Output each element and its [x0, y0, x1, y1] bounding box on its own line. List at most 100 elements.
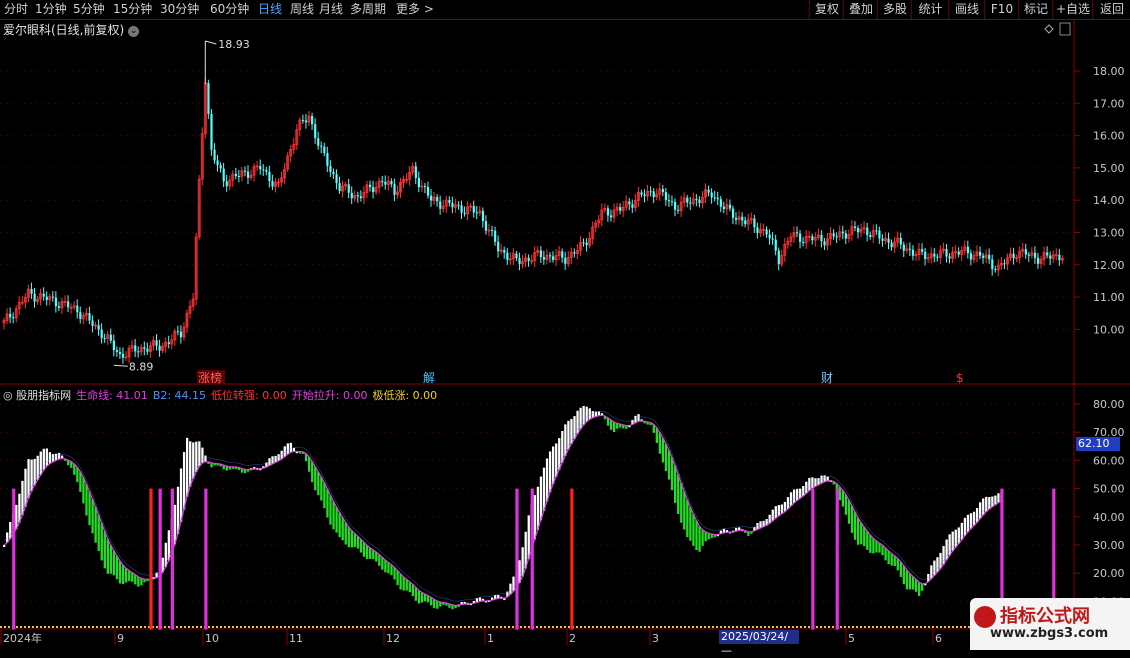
candle-down	[210, 113, 213, 150]
candle-down	[222, 168, 225, 182]
candle-down	[765, 229, 768, 235]
indicator-bar	[384, 559, 387, 573]
candle-down	[216, 160, 219, 166]
candle-down	[146, 348, 149, 352]
candle-down	[271, 181, 274, 187]
indicator-bar	[201, 447, 204, 464]
candle-down	[899, 237, 902, 245]
low-price-label: 8.89	[129, 360, 154, 373]
indicator-bar	[936, 557, 939, 573]
candle-down	[225, 181, 228, 187]
indicator-bar	[365, 545, 369, 559]
price-axis-label: 18.00	[1093, 65, 1125, 78]
event-marker-1: 解	[423, 371, 435, 385]
candle-down	[710, 192, 713, 198]
candle-down	[484, 221, 488, 231]
candle-down	[1027, 254, 1030, 256]
indicator-bar	[838, 486, 841, 501]
candle-down	[494, 230, 497, 242]
candle-down	[436, 197, 439, 202]
indicator-bar	[411, 584, 414, 597]
candle-down	[350, 192, 353, 199]
candle-down	[823, 241, 826, 246]
candle-down	[890, 242, 893, 248]
indicator-bar	[112, 550, 116, 576]
candle-down	[552, 256, 555, 260]
indicator-bar	[134, 574, 137, 585]
indicator-bar	[683, 491, 686, 530]
candle-down	[539, 250, 542, 258]
panel-toggle-icon	[1059, 22, 1071, 36]
candle-down	[393, 184, 396, 195]
candle-down	[811, 236, 814, 241]
candle-down	[213, 149, 216, 161]
candle-down	[97, 325, 100, 330]
indicator-bar	[771, 509, 774, 521]
watermark: 指标公式网 www.zbgs3.com	[970, 598, 1130, 650]
candle-down	[1033, 252, 1037, 258]
indicator-bar	[106, 538, 109, 574]
candle-down	[902, 244, 905, 251]
candle-down	[908, 248, 912, 250]
candle-down	[966, 246, 969, 254]
date-label: 5	[848, 632, 855, 645]
candle-down	[112, 340, 115, 351]
indicator-bar	[991, 496, 994, 507]
indicator-bar	[3, 545, 6, 547]
candle-down	[582, 242, 585, 244]
candle-down	[542, 257, 546, 260]
indicator-bar	[405, 579, 408, 591]
candle-down	[606, 208, 610, 216]
candle-down	[756, 227, 759, 233]
candle-down	[713, 197, 716, 199]
candle-down	[207, 82, 210, 114]
candle-down	[674, 201, 677, 210]
candle-down	[338, 183, 341, 192]
candle-down	[359, 196, 363, 199]
indicator-bar	[192, 442, 195, 479]
chart-canvas[interactable]: 18.00 17.00 16.00 15.00 14.00 13.00 12.00 11.00…	[0, 0, 1130, 650]
indicator-title[interactable]: ◎ 股朋指标网 生命线: 41.01 B2: 44.15 低位转强: 0.00 开始拉升…	[3, 387, 442, 403]
indicator-bar	[887, 550, 890, 565]
candle-down	[115, 350, 119, 353]
price-axis-label: 14.00	[1093, 194, 1125, 207]
candle-down	[667, 200, 671, 202]
indicator-bar	[402, 576, 405, 591]
candle-down	[722, 206, 725, 209]
indicator-bar	[692, 514, 695, 546]
indicator-axis-label: 30.00	[1093, 539, 1125, 552]
candle-down	[853, 226, 857, 229]
candle-down	[67, 301, 70, 308]
candle-down	[735, 217, 738, 220]
indicator-bar	[972, 511, 976, 526]
indicator-bar	[329, 495, 332, 525]
indicator-bar	[844, 494, 848, 515]
candle-down	[643, 194, 646, 197]
candle-down	[527, 257, 530, 261]
current-indicator-value: 62.10	[1076, 437, 1120, 451]
indicator-bar	[100, 523, 103, 561]
indicator-bar	[118, 560, 122, 584]
candle-down	[88, 313, 91, 321]
candle-down	[347, 184, 350, 193]
indicator-bar	[121, 564, 125, 585]
indicator-bar	[417, 590, 421, 604]
price-axis-label: 13.00	[1093, 227, 1125, 240]
candle-down	[881, 238, 884, 241]
candle-down	[54, 297, 58, 307]
candle-down	[384, 181, 387, 185]
candle-down	[243, 170, 247, 172]
candle-down	[515, 253, 518, 259]
indicator-bar	[396, 570, 399, 586]
candle-down	[332, 171, 335, 175]
indicator-bar	[918, 582, 921, 597]
candle-down	[121, 353, 125, 358]
indicator-name[interactable]: ◎ 股朋指标网	[3, 389, 71, 402]
watermark-url: www.zbgs3.com	[990, 626, 1109, 641]
indicator-bar	[420, 592, 424, 603]
indicator-bar	[344, 522, 347, 545]
candle-down	[649, 191, 652, 193]
candle-down	[76, 305, 79, 313]
indicator-bar	[677, 474, 680, 514]
candle-down	[728, 204, 732, 209]
